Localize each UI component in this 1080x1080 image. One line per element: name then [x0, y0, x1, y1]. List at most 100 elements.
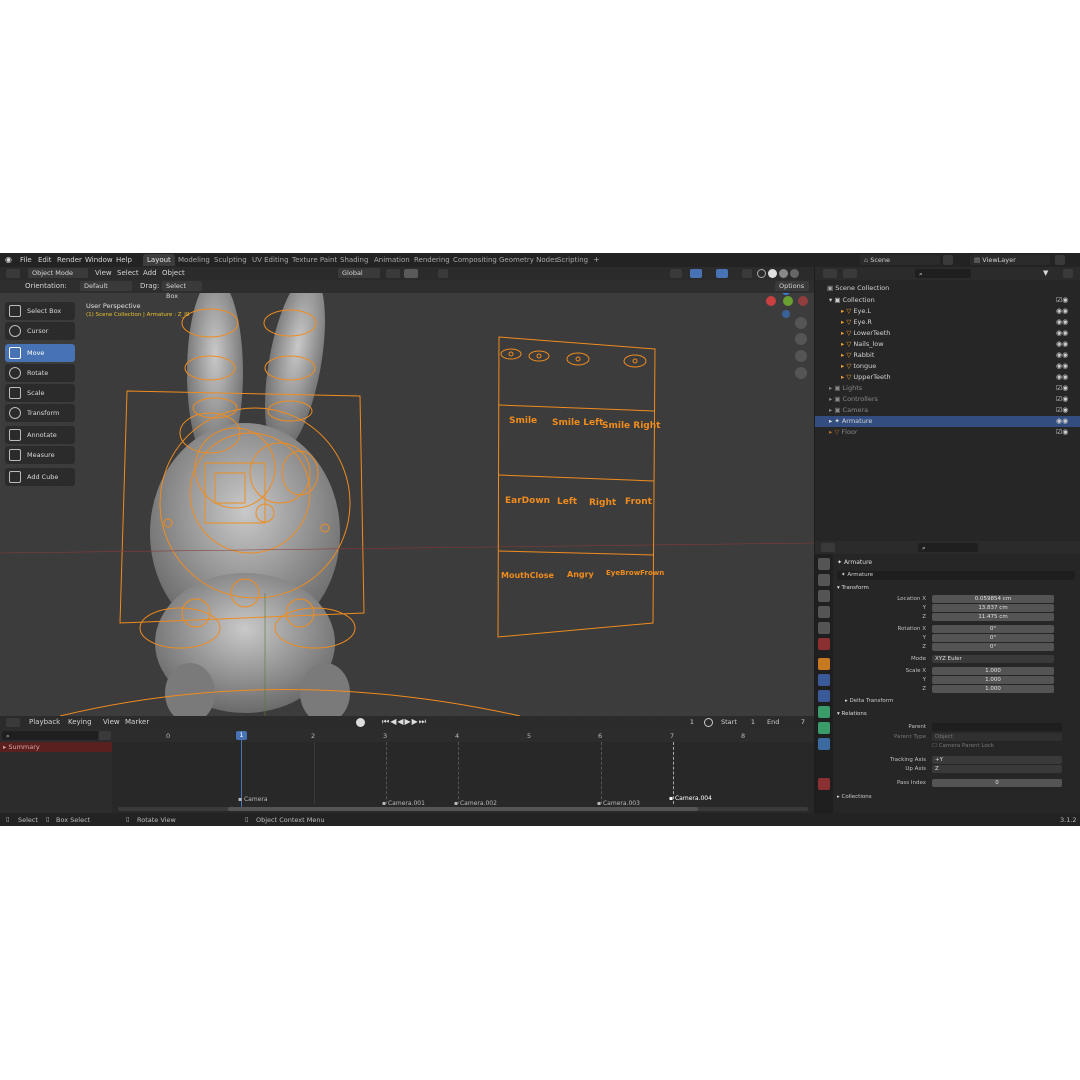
- clock-icon[interactable]: [704, 718, 713, 727]
- outliner-item-eye-r[interactable]: ▸ ▽ Eye.R: [815, 317, 1080, 328]
- outliner-item-rabbit[interactable]: ▸ ▽ Rabbit: [815, 350, 1080, 361]
- solid-shading-icon[interactable]: [768, 269, 777, 278]
- scale-x-field[interactable]: 1.000: [932, 667, 1054, 675]
- collections-panel-header[interactable]: ▸ Collections: [837, 794, 872, 800]
- outliner-item-eye-l[interactable]: ▸ ▽ Eye.L: [815, 306, 1080, 317]
- options-dropdown[interactable]: Options: [775, 281, 809, 291]
- viewlayer-selector[interactable]: ▤ ViewLayer: [970, 255, 1050, 265]
- tool-transform[interactable]: Transform: [5, 404, 75, 422]
- object-tab-icon[interactable]: [818, 658, 830, 670]
- tool-rotate[interactable]: Rotate: [5, 364, 75, 382]
- outliner-scene-collection[interactable]: ▣ Scene Collection: [815, 283, 1080, 294]
- tool-measure[interactable]: Measure: [5, 446, 75, 464]
- parent-type-dropdown[interactable]: Object: [932, 733, 1062, 741]
- menu-help[interactable]: Help: [116, 255, 132, 265]
- rotation-mode-dropdown[interactable]: XYZ Euler: [932, 655, 1054, 663]
- parent-field[interactable]: [932, 723, 1062, 731]
- tab-shading[interactable]: Shading: [336, 254, 372, 266]
- scale-y-field[interactable]: 1.000: [932, 676, 1054, 684]
- scale-z-field[interactable]: 1.000: [932, 685, 1054, 693]
- object-name-field[interactable]: ✦ Armature: [837, 571, 1075, 580]
- tab-geometry-nodes[interactable]: Geometry Nodes: [495, 254, 562, 266]
- rotation-y-field[interactable]: 0°: [932, 634, 1054, 642]
- pivot-point-icon[interactable]: [386, 269, 400, 278]
- restriction-columns[interactable]: ☑◉ ◉◉ ◉◉ ◉◉ ◉◉ ◉◉ ◉◉ ◉◉ ☑◉ ☑◉ ☑◉ ◉◉ ☑◉: [1056, 295, 1076, 438]
- rotation-z-field[interactable]: 0°: [932, 643, 1054, 651]
- particles-tab-icon[interactable]: [818, 690, 830, 702]
- wireframe-shading-icon[interactable]: [757, 269, 766, 278]
- data-tab-icon[interactable]: [818, 738, 830, 750]
- render-tab-icon[interactable]: [818, 574, 830, 586]
- editor-type-icon[interactable]: [6, 269, 20, 278]
- camera-parent-lock-checkbox[interactable]: ☐ Camera Parent Lock: [932, 743, 994, 749]
- tab-compositing[interactable]: Compositing: [449, 254, 501, 266]
- tool-select-box[interactable]: Select Box: [5, 302, 75, 320]
- drag-dropdown[interactable]: Select Box: [162, 281, 202, 300]
- tab-uv-editing[interactable]: UV Editing: [248, 254, 293, 266]
- viewport-menu-add[interactable]: Add: [143, 268, 157, 278]
- tick-label-current[interactable]: 1: [236, 731, 247, 740]
- xray-icon[interactable]: [742, 269, 752, 278]
- new-scene-icon[interactable]: [943, 255, 953, 265]
- summary-channel[interactable]: ▸ Summary: [0, 742, 112, 752]
- properties-editor[interactable]: ⌕ ✦ Armature ✦ Armature ▾ Transform Loca…: [815, 541, 1080, 813]
- outliner-editor-type-icon[interactable]: [823, 269, 837, 278]
- tab-animation[interactable]: Animation: [370, 254, 414, 266]
- proportional-editing-icon[interactable]: [438, 269, 448, 278]
- tab-texture-paint[interactable]: Texture Paint: [288, 254, 341, 266]
- properties-search-input[interactable]: ⌕: [918, 543, 978, 552]
- outliner-item-armature[interactable]: ▸ ✦ Armature: [815, 416, 1080, 427]
- outliner-item-floor[interactable]: ▸ ▽ Floor: [815, 427, 1080, 438]
- viewport-menu-view[interactable]: View: [95, 268, 112, 278]
- tool-cursor[interactable]: Cursor: [5, 322, 75, 340]
- tab-rendering[interactable]: Rendering: [410, 254, 454, 266]
- outliner-item-controllers[interactable]: ▸ ▣ Controllers: [815, 394, 1080, 405]
- marker-camera-004[interactable]: ▪ Camera.004: [669, 795, 712, 802]
- add-workspace-icon[interactable]: +: [589, 254, 604, 266]
- 3d-viewport[interactable]: Smile Smile Left Smile Right EarDown Lef…: [0, 267, 814, 716]
- location-x-field[interactable]: 0.059854 cm: [932, 595, 1054, 603]
- timeline-menu-marker[interactable]: Marker: [125, 717, 149, 727]
- menu-window[interactable]: Window: [85, 255, 113, 265]
- menu-edit[interactable]: Edit: [38, 255, 52, 265]
- marker-camera-001[interactable]: ▪ Camera.001: [382, 800, 425, 807]
- filter-icon[interactable]: ▼: [1043, 269, 1048, 277]
- viewport-menu-select[interactable]: Select: [117, 268, 139, 278]
- tool-add-cube[interactable]: Add Cube: [5, 468, 75, 486]
- timeline-menu-playback[interactable]: Playback: [29, 717, 60, 727]
- tool-move[interactable]: Move: [5, 344, 75, 362]
- rotation-x-field[interactable]: 0°: [932, 625, 1054, 633]
- location-z-field[interactable]: 11.475 cm: [932, 613, 1054, 621]
- world-tab-icon[interactable]: [818, 638, 830, 650]
- properties-editor-type-icon[interactable]: [821, 543, 835, 552]
- new-viewlayer-icon[interactable]: [1055, 255, 1065, 265]
- delta-transform-panel[interactable]: ▸ Delta Transform: [845, 698, 893, 704]
- marker-camera-002[interactable]: ▪ Camera.002: [454, 800, 497, 807]
- outliner-item-collection[interactable]: ▾ ▣ Collection: [815, 295, 1080, 306]
- material-shading-icon[interactable]: [779, 269, 788, 278]
- output-tab-icon[interactable]: [818, 590, 830, 602]
- relations-panel-header[interactable]: ▾ Relations: [837, 711, 867, 717]
- up-axis-dropdown[interactable]: Z: [932, 765, 1062, 773]
- outliner-search-input[interactable]: ⌕: [915, 269, 971, 278]
- overlay-toggle-icon[interactable]: [716, 269, 728, 278]
- tracking-axis-dropdown[interactable]: +Y: [932, 756, 1062, 764]
- timeline-editor[interactable]: Playback Keying View Marker ⏮◀◀▶▶⏭ 1 Sta…: [0, 716, 814, 813]
- viewport-menu-object[interactable]: Object: [162, 268, 185, 278]
- transform-orientation-dropdown[interactable]: Global: [338, 268, 380, 278]
- menu-render[interactable]: Render: [57, 255, 82, 265]
- scene-selector[interactable]: ⌂ Scene: [860, 255, 940, 265]
- current-frame-field[interactable]: 1: [658, 717, 698, 727]
- visibility-icon[interactable]: [670, 269, 682, 278]
- modifier-tab-icon[interactable]: [818, 674, 830, 686]
- tab-layout[interactable]: Layout: [143, 254, 175, 266]
- marker-camera-003[interactable]: ▪ Camera.003: [597, 800, 640, 807]
- blender-logo-icon[interactable]: ◉: [5, 255, 12, 265]
- swap-icon[interactable]: [99, 731, 111, 740]
- display-mode-icon[interactable]: [843, 269, 857, 278]
- frame-ruler[interactable]: [112, 730, 814, 742]
- timeline-menu-view[interactable]: View: [103, 717, 120, 727]
- gizmo-toggle-icon[interactable]: [690, 269, 702, 278]
- playback-controls-icon[interactable]: ⏮◀◀▶▶⏭: [382, 717, 427, 727]
- timeline-scrollbar-thumb[interactable]: [228, 807, 698, 811]
